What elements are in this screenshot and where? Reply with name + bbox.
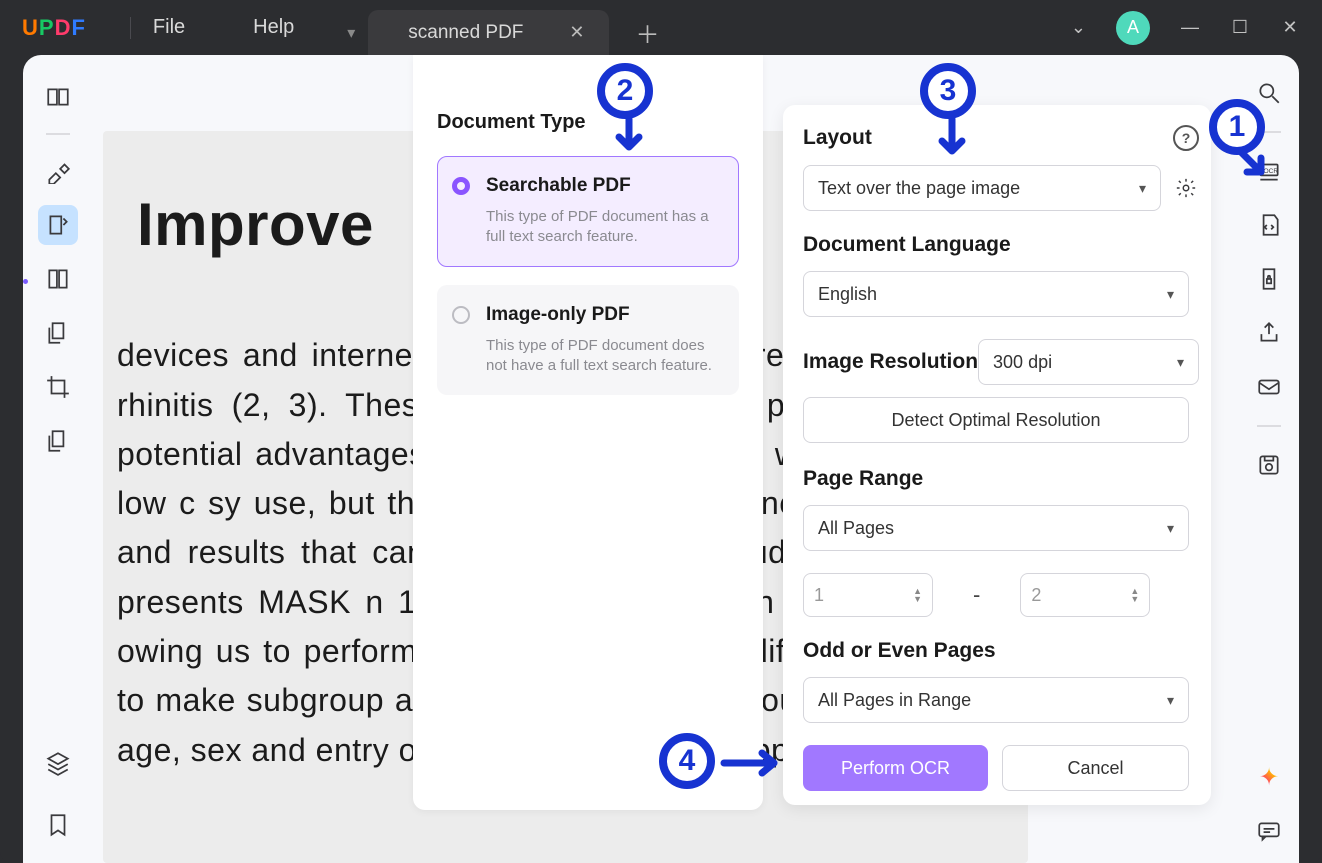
document-type-panel: Document Type Searchable PDF This type o… bbox=[413, 55, 763, 810]
logo-separator bbox=[130, 17, 131, 39]
option-desc: This type of PDF document has a full tex… bbox=[486, 207, 720, 248]
oddeven-value: All Pages in Range bbox=[818, 690, 971, 711]
annotation-1: 1 bbox=[1209, 99, 1265, 155]
chevron-down-icon: ▾ bbox=[1167, 692, 1174, 709]
annotation-arrow-icon bbox=[720, 749, 786, 777]
document-type-heading: Document Type bbox=[437, 111, 739, 134]
cancel-button[interactable]: Cancel bbox=[1002, 745, 1189, 791]
annotation-2: 2 bbox=[597, 63, 653, 119]
chevron-down-icon: ▾ bbox=[1139, 180, 1146, 197]
resolution-value: 300 dpi bbox=[993, 352, 1052, 373]
crop-icon[interactable] bbox=[38, 367, 78, 407]
language-value: English bbox=[818, 284, 877, 305]
radio-icon bbox=[452, 177, 470, 195]
logo: UPDF bbox=[22, 15, 86, 41]
bookmark-icon[interactable] bbox=[38, 805, 78, 845]
reader-icon[interactable] bbox=[38, 77, 78, 117]
layers-icon[interactable] bbox=[38, 743, 78, 783]
language-label: Document Language bbox=[803, 233, 1199, 257]
chevron-down-icon[interactable]: ⌄ bbox=[1071, 17, 1086, 38]
titlebar: UPDF File Help ▾ scanned PDF ✕ ＋ ⌄ A — ☐… bbox=[0, 0, 1322, 55]
option-image-only-pdf[interactable]: Image-only PDF This type of PDF document… bbox=[437, 285, 739, 396]
chevron-down-icon: ▾ bbox=[1167, 286, 1174, 303]
annotation-arrow-icon bbox=[614, 117, 644, 157]
oddeven-label: Odd or Even Pages bbox=[803, 639, 1199, 663]
pages-icon[interactable] bbox=[38, 313, 78, 353]
workspace: OCR ✦ Improve devices and internet-based… bbox=[23, 55, 1299, 863]
tab-scanned-pdf[interactable]: scanned PDF ✕ bbox=[368, 10, 608, 55]
left-toolbar bbox=[23, 55, 93, 863]
stepper-arrows-icon[interactable]: ▲▼ bbox=[913, 587, 922, 603]
page-to-value: 2 bbox=[1031, 585, 1041, 606]
menu-help[interactable]: Help bbox=[253, 16, 294, 39]
option-title: Searchable PDF bbox=[486, 175, 720, 197]
page-from-stepper[interactable]: 1 ▲▼ bbox=[803, 573, 933, 617]
tab-label: scanned PDF bbox=[408, 22, 523, 44]
close-window-button[interactable]: ✕ bbox=[1280, 18, 1300, 38]
close-icon[interactable]: ✕ bbox=[569, 22, 584, 43]
pagerange-select[interactable]: All Pages ▾ bbox=[803, 505, 1189, 551]
menu-file[interactable]: File bbox=[153, 16, 185, 39]
search-icon[interactable] bbox=[1251, 75, 1287, 111]
language-select[interactable]: English ▾ bbox=[803, 271, 1189, 317]
layout-label: Layout bbox=[803, 126, 1161, 150]
chevron-down-icon: ▾ bbox=[1177, 354, 1184, 371]
annotation-4: 4 bbox=[659, 733, 715, 789]
email-icon[interactable] bbox=[1251, 369, 1287, 405]
stepper-arrows-icon[interactable]: ▲▼ bbox=[1130, 587, 1139, 603]
highlighter-icon[interactable] bbox=[38, 151, 78, 191]
maximize-button[interactable]: ☐ bbox=[1230, 18, 1250, 38]
page-to-stepper[interactable]: 2 ▲▼ bbox=[1020, 573, 1150, 617]
window-controls: ⌄ A — ☐ ✕ bbox=[1071, 11, 1300, 45]
minimize-button[interactable]: — bbox=[1180, 18, 1200, 38]
page-from-value: 1 bbox=[814, 585, 824, 606]
share-icon[interactable] bbox=[1251, 315, 1287, 351]
pagerange-value: All Pages bbox=[818, 518, 894, 539]
oddeven-select[interactable]: All Pages in Range ▾ bbox=[803, 677, 1189, 723]
resolution-label: Image Resolution bbox=[803, 350, 978, 374]
option-searchable-pdf[interactable]: Searchable PDF This type of PDF document… bbox=[437, 156, 739, 267]
help-icon[interactable]: ? bbox=[1173, 125, 1199, 151]
pagerange-label: Page Range bbox=[803, 467, 1199, 491]
convert-icon[interactable] bbox=[1251, 207, 1287, 243]
compress-icon[interactable] bbox=[38, 421, 78, 461]
page-icon[interactable] bbox=[38, 259, 78, 299]
tab-dropdown-icon[interactable]: ▾ bbox=[334, 13, 368, 53]
option-desc: This type of PDF document does not have … bbox=[486, 336, 720, 377]
layout-value: Text over the page image bbox=[818, 178, 1020, 199]
resolution-select[interactable]: 300 dpi ▾ bbox=[978, 339, 1199, 385]
separator bbox=[1257, 425, 1281, 427]
avatar[interactable]: A bbox=[1116, 11, 1150, 45]
edit-icon[interactable] bbox=[38, 205, 78, 245]
ocr-settings-panel: Layout ? Text over the page image ▾ Docu… bbox=[783, 105, 1211, 805]
perform-ocr-button[interactable]: Perform OCR bbox=[803, 745, 988, 791]
comment-icon[interactable] bbox=[1251, 813, 1287, 849]
annotation-arrow-icon bbox=[937, 117, 967, 161]
separator bbox=[46, 133, 70, 135]
detect-resolution-button[interactable]: Detect Optimal Resolution bbox=[803, 397, 1189, 443]
layout-select[interactable]: Text over the page image ▾ bbox=[803, 165, 1161, 211]
range-dash: - bbox=[973, 582, 980, 608]
chevron-down-icon: ▾ bbox=[1167, 520, 1174, 537]
menubar: File Help bbox=[153, 16, 294, 39]
protect-icon[interactable] bbox=[1251, 261, 1287, 297]
annotation-3: 3 bbox=[920, 63, 976, 119]
option-title: Image-only PDF bbox=[486, 304, 720, 326]
save-icon[interactable] bbox=[1251, 447, 1287, 483]
add-tab-button[interactable]: ＋ bbox=[629, 14, 667, 52]
tabs: ▾ scanned PDF ✕ ＋ bbox=[334, 10, 666, 55]
ai-icon[interactable]: ✦ bbox=[1251, 759, 1287, 795]
gear-icon[interactable] bbox=[1173, 175, 1199, 201]
radio-icon bbox=[452, 306, 470, 324]
